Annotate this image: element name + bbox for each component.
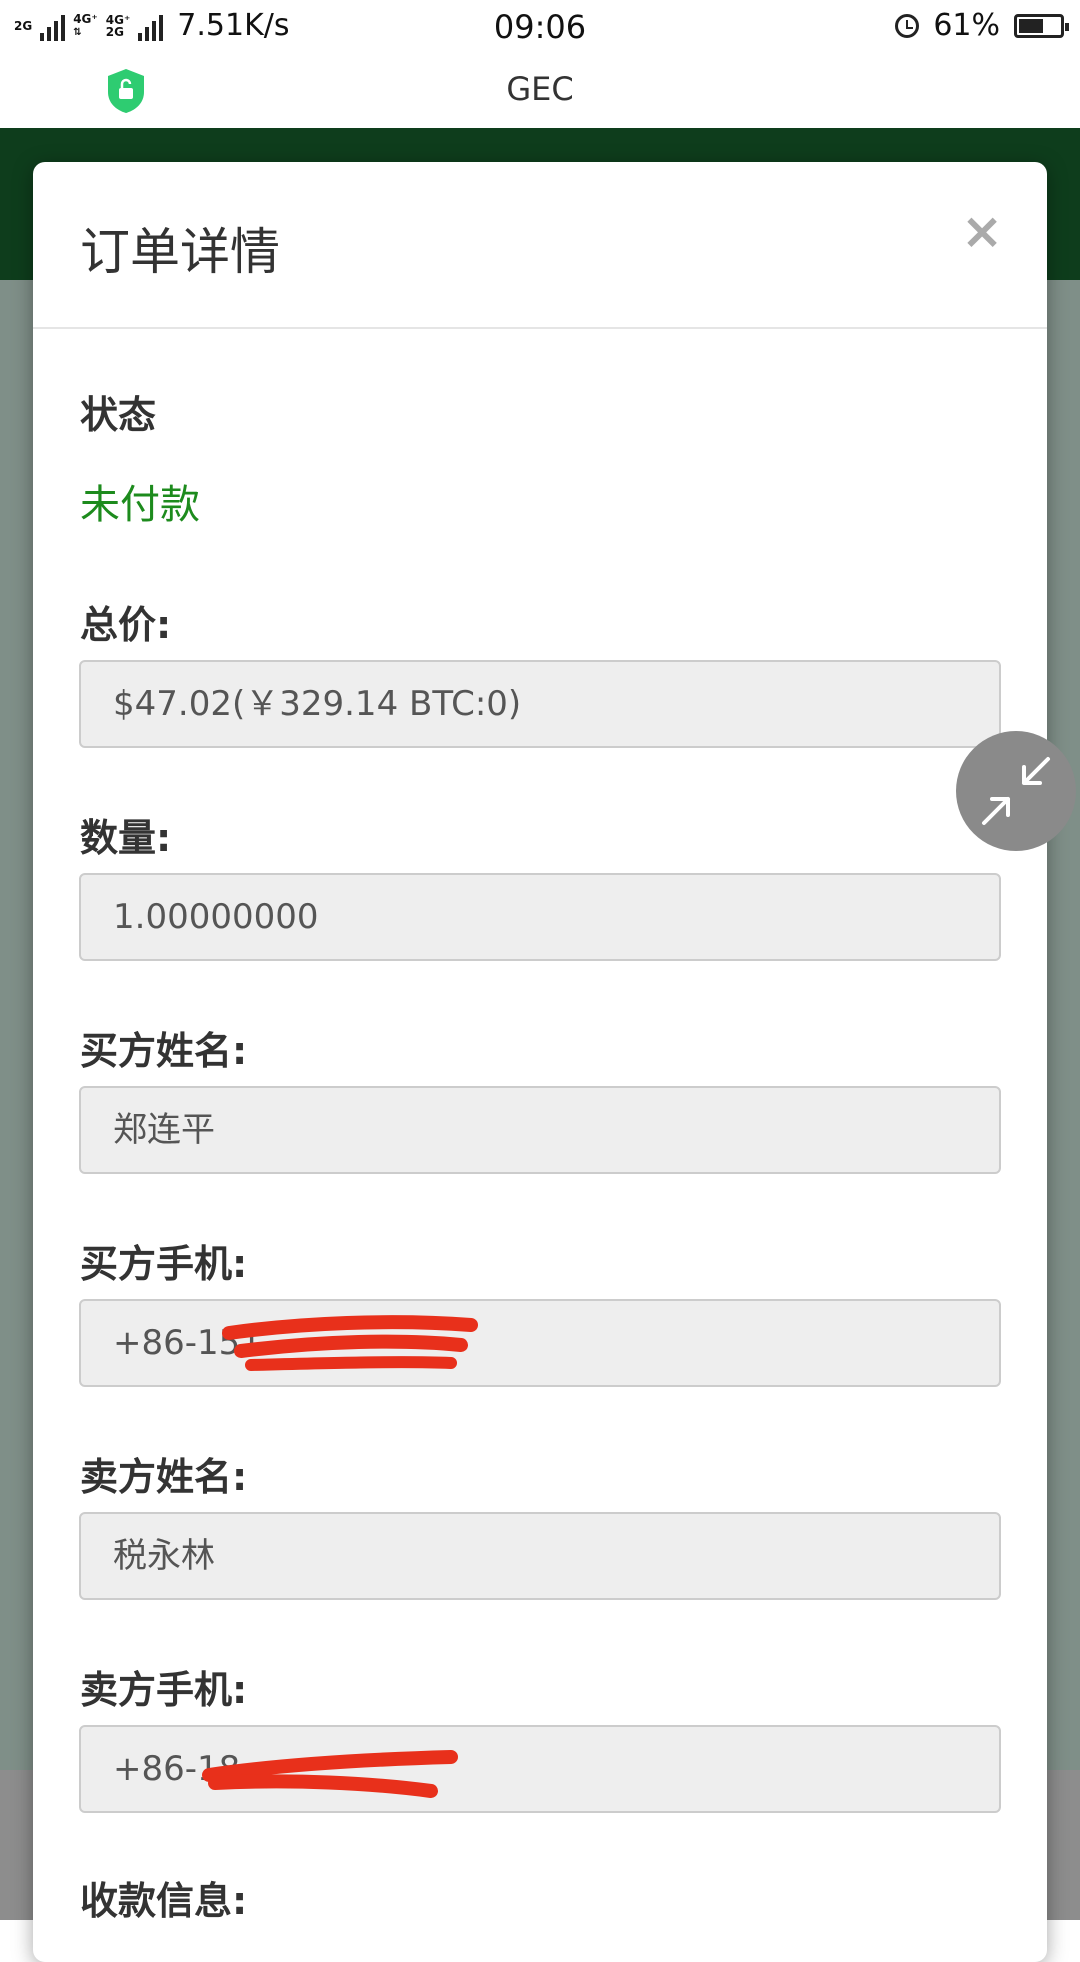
battery-percent: 61% xyxy=(933,8,1000,43)
total-price-label: 总价: xyxy=(80,603,172,647)
battery-icon xyxy=(1014,13,1069,38)
total-price-field[interactable]: $47.02(￥329.14 BTC:0) xyxy=(79,660,1001,748)
quantity-field[interactable]: 1.00000000 xyxy=(79,873,1001,961)
buyer-name-field[interactable]: 郑连平 xyxy=(79,1086,1001,1174)
alarm-clock-icon xyxy=(895,13,920,38)
order-details-modal: 订单详情 × 状态 未付款 总价: $47.02(￥329.14 BTC:0) … xyxy=(33,162,1047,1962)
app-title: GEC xyxy=(506,70,574,108)
payment-info-label: 收款信息: xyxy=(80,1879,248,1923)
status-value: 未付款 xyxy=(80,482,200,528)
status-right: 61% xyxy=(895,8,1069,43)
close-button[interactable]: × xyxy=(961,206,1003,256)
modal-header: 订单详情 × xyxy=(33,162,1047,329)
buyer-phone-label: 买方手机: xyxy=(80,1242,248,1286)
buyer-phone-field[interactable]: +86-151 xyxy=(79,1299,1001,1387)
buyer-name-label: 买方姓名: xyxy=(80,1029,248,1073)
floating-collapse-button[interactable] xyxy=(956,731,1076,851)
seller-phone-label: 卖方手机: xyxy=(80,1668,248,1712)
status-label: 状态 xyxy=(80,393,157,437)
battery-fill xyxy=(1019,18,1043,33)
status-bar: 2G 4G⁺ ⇅ 4G⁺ 2G 7.51K/s 09:06 61% xyxy=(0,0,1080,58)
seller-name-field[interactable]: 税永林 xyxy=(79,1512,1001,1600)
collapse-arrows-icon xyxy=(982,757,1050,825)
redaction-scribble-2 xyxy=(202,1750,458,1798)
quantity-label: 数量: xyxy=(80,816,172,860)
app-bar: GEC xyxy=(0,58,1080,128)
redaction-scribble xyxy=(222,1315,478,1371)
seller-phone-field[interactable]: +86-18 xyxy=(79,1725,1001,1813)
seller-name-label: 卖方姓名: xyxy=(80,1455,248,1499)
modal-title: 订单详情 xyxy=(80,223,280,281)
